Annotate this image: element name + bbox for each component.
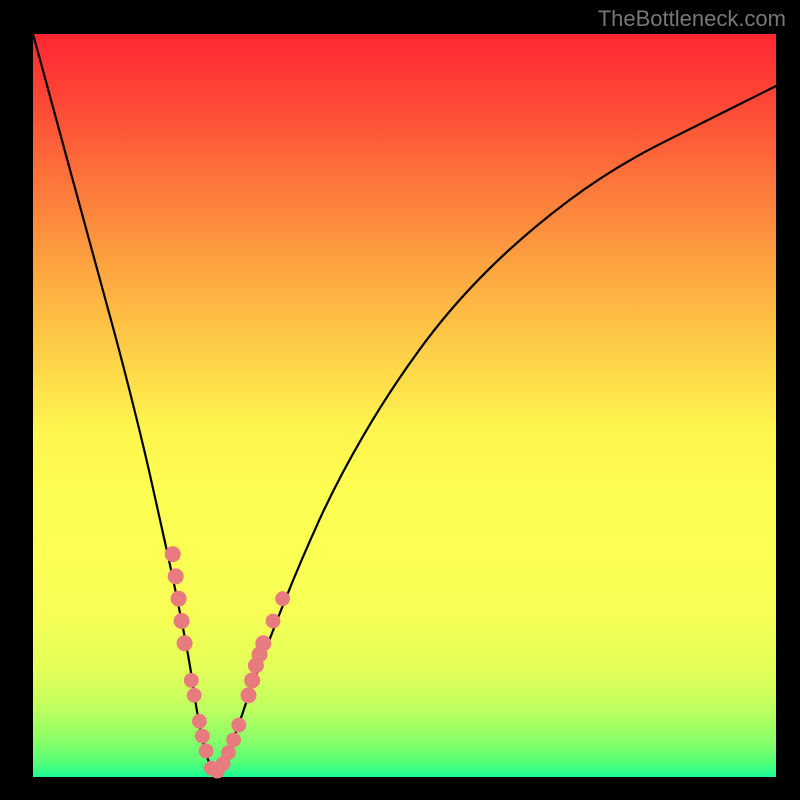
marker-point xyxy=(168,568,184,584)
marker-point xyxy=(192,714,207,729)
bottleneck-curve xyxy=(33,34,776,770)
marker-group xyxy=(165,546,290,778)
marker-point xyxy=(226,733,241,748)
marker-point xyxy=(187,688,202,703)
marker-point xyxy=(165,546,181,562)
marker-point xyxy=(255,635,271,651)
marker-point xyxy=(171,591,187,607)
marker-point xyxy=(184,673,199,688)
marker-point xyxy=(231,718,246,733)
marker-point xyxy=(174,613,190,629)
marker-point xyxy=(221,745,236,760)
marker-point xyxy=(244,672,260,688)
chart-frame: TheBottleneck.com xyxy=(0,0,800,800)
marker-point xyxy=(241,687,257,703)
marker-point xyxy=(177,635,193,651)
chart-svg xyxy=(33,34,776,777)
marker-point xyxy=(199,744,214,759)
watermark-text: TheBottleneck.com xyxy=(598,6,786,32)
marker-point xyxy=(195,729,210,744)
marker-point xyxy=(266,614,281,629)
marker-point xyxy=(275,591,290,606)
plot-area xyxy=(33,34,776,777)
